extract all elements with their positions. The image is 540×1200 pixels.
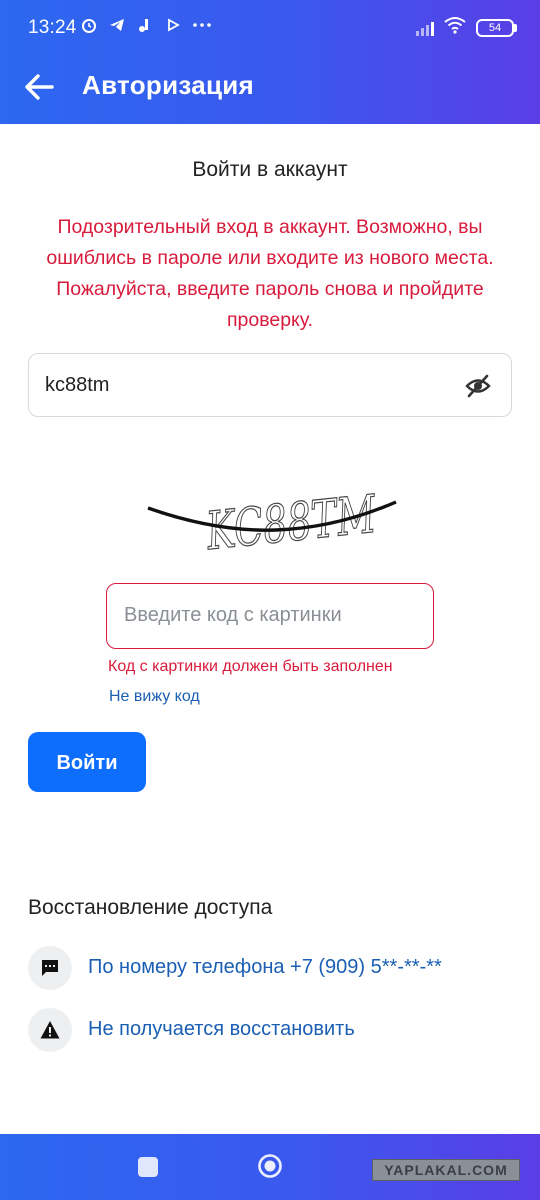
login-heading: Войти в аккаунт: [192, 158, 348, 181]
captcha-input[interactable]: Введите код с картинки: [106, 583, 434, 649]
recovery-phone-label[interactable]: По номеру телефона +7 (909) 5**-**-**: [88, 956, 442, 979]
status-icons-left: [80, 16, 211, 38]
suspicious-login-warning: Подозрительный вход в аккаунт. Возможно,…: [46, 216, 494, 331]
page-title: Авторизация: [82, 70, 255, 100]
captcha-image: KC88TM: [146, 472, 398, 568]
arrow-left-icon: [25, 74, 54, 100]
password-field[interactable]: kc88tm: [28, 353, 512, 417]
circle-icon: [258, 1154, 282, 1178]
recents-button[interactable]: [138, 1157, 158, 1177]
recovery-cannot-restore[interactable]: Не получается восстановить: [28, 1008, 508, 1052]
warning-icon: [28, 1008, 72, 1052]
watermark: YAPLAKAL.COM: [372, 1159, 520, 1181]
status-icons-right: 54: [416, 16, 517, 39]
eye-off-icon[interactable]: [465, 373, 491, 399]
status-time: 13:24: [28, 17, 77, 38]
captcha-text: KC88TM: [203, 485, 380, 563]
system-nav-bar: YAPLAKAL.COM: [0, 1134, 540, 1200]
password-value[interactable]: kc88tm: [45, 374, 109, 397]
notification-icon: [136, 16, 154, 38]
back-button[interactable]: [22, 70, 58, 104]
signal-icon: [416, 20, 434, 36]
app-header: 13:24 54 Авторизация: [0, 0, 540, 124]
login-button[interactable]: Войти: [28, 732, 146, 792]
battery-icon: 54: [476, 18, 517, 37]
recovery-heading: Восстановление доступа: [28, 896, 273, 919]
no-code-link[interactable]: Не вижу код: [109, 688, 200, 706]
play-icon: [164, 16, 182, 38]
more-icon: [192, 16, 211, 38]
message-icon: [28, 946, 72, 990]
alarm-icon: [80, 16, 98, 38]
recovery-cannot-restore-label[interactable]: Не получается восстановить: [88, 1018, 355, 1041]
captcha-placeholder: Введите код с картинки: [124, 604, 342, 626]
telegram-icon: [108, 16, 126, 38]
captcha-error-message: Код с картинки должен быть заполнен: [108, 658, 393, 675]
status-bar: 13:24 54: [0, 0, 540, 58]
recovery-by-phone[interactable]: По номеру телефона +7 (909) 5**-**-**: [28, 946, 508, 990]
wifi-icon: [444, 16, 466, 39]
home-button[interactable]: [257, 1153, 283, 1179]
